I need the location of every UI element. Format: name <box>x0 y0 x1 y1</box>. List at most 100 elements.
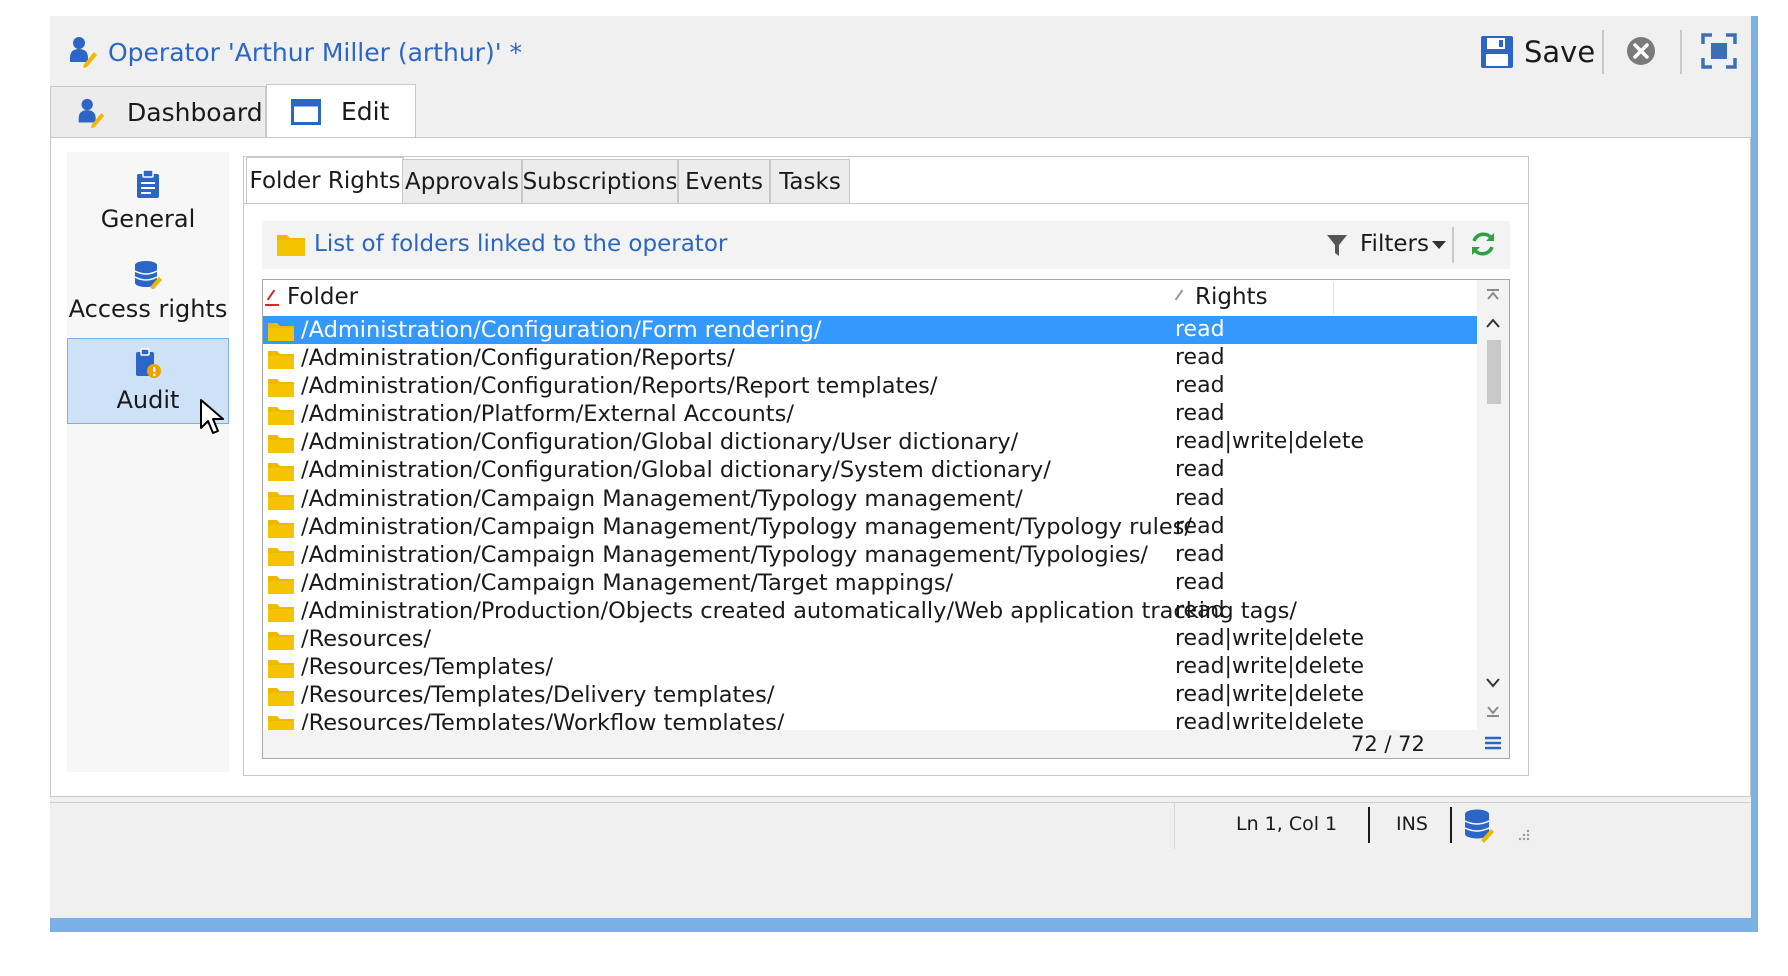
column-header-folder[interactable]: Folder <box>287 284 358 310</box>
toolbar-divider <box>1680 30 1682 74</box>
folder-icon <box>268 491 294 510</box>
folder-rights: read|write|delete <box>1175 429 1364 455</box>
table-footer: 72 / 72 <box>263 730 1477 758</box>
scrollbar-thumb[interactable] <box>1487 340 1501 404</box>
folder-path: /Administration/Platform/External Accoun… <box>301 401 794 428</box>
close-icon[interactable] <box>1624 34 1658 68</box>
chevron-down-icon[interactable] <box>1432 241 1446 249</box>
table-row[interactable]: /Resources/Templates/Workflow templates/… <box>263 709 1477 730</box>
folder-rights: read <box>1175 485 1225 511</box>
operator-window: Operator 'Arthur Miller (arthur)' * Save <box>50 16 1758 932</box>
folder-path: /Resources/ <box>301 626 432 653</box>
tab-subscriptions[interactable]: Subscriptions <box>522 159 678 203</box>
folder-path: /Administration/Campaign Management/Typo… <box>301 485 1023 512</box>
table-row[interactable]: /Resources/read|write|delete <box>263 625 1477 653</box>
table-row[interactable]: /Administration/Campaign Management/Typo… <box>263 541 1477 569</box>
scroll-down-icon[interactable] <box>1481 672 1505 694</box>
folder-icon <box>268 435 294 454</box>
folder-rights: read|write|delete <box>1175 626 1364 652</box>
folder-rights: read|write|delete <box>1175 654 1364 680</box>
table-row[interactable]: /Administration/Production/Objects creat… <box>263 597 1477 625</box>
mouse-cursor-icon <box>200 399 224 434</box>
edit-content: General Access rights Audit Folder Right… <box>50 137 1751 797</box>
nav-access-rights[interactable]: Access rights <box>67 248 229 334</box>
table-row[interactable]: /Administration/Configuration/Reports/re… <box>263 344 1477 372</box>
table-header: Folder Rights <box>263 280 1477 316</box>
folder-path: /Resources/Templates/Workflow templates/ <box>301 710 785 730</box>
folder-path: /Administration/Configuration/Global dic… <box>301 429 1019 456</box>
status-divider <box>1450 807 1452 843</box>
folder-path: /Administration/Campaign Management/Typo… <box>301 513 1192 540</box>
folder-path: /Administration/Configuration/Global dic… <box>301 457 1051 484</box>
folder-rights: read <box>1175 597 1225 623</box>
tab-edit-label: Edit <box>341 97 390 126</box>
folder-icon <box>268 519 294 538</box>
table-row[interactable]: /Administration/Configuration/Global dic… <box>263 456 1477 484</box>
table-row[interactable]: /Administration/Configuration/Global dic… <box>263 428 1477 456</box>
tab-events[interactable]: Events <box>678 159 770 203</box>
table-row[interactable]: /Resources/Templates/Delivery templates/… <box>263 681 1477 709</box>
column-divider <box>1333 282 1334 314</box>
table-row[interactable]: /Administration/Campaign Management/Typo… <box>263 485 1477 513</box>
folder-path: /Resources/Templates/Delivery templates/ <box>301 682 775 709</box>
column-header-rights[interactable]: Rights <box>1195 284 1268 310</box>
audit-icon <box>136 348 161 378</box>
scroll-top-icon[interactable] <box>1481 284 1505 306</box>
filter-icon[interactable] <box>1326 233 1348 257</box>
table-row[interactable]: /Administration/Configuration/Form rende… <box>263 316 1477 345</box>
clipboard-icon <box>137 169 159 198</box>
nav-access-rights-label: Access rights <box>68 295 228 323</box>
resize-grip-icon[interactable] <box>1516 827 1530 841</box>
folder-path: /Administration/Configuration/Reports/ <box>301 345 735 372</box>
tab-dashboard[interactable]: Dashboard <box>50 86 266 138</box>
folder-path: /Administration/Production/Objects creat… <box>301 597 1297 624</box>
tab-approvals[interactable]: Approvals <box>402 159 522 203</box>
tab-folder-rights[interactable]: Folder Rights <box>246 157 404 203</box>
list-menu-icon[interactable] <box>1481 732 1505 754</box>
scroll-bottom-icon[interactable] <box>1481 700 1505 722</box>
folder-icon <box>268 407 294 426</box>
status-divider <box>1368 807 1370 843</box>
folder-icon <box>268 603 294 622</box>
list-toolbar: List of folders linked to the operator F… <box>262 221 1510 269</box>
folder-icon <box>268 463 294 482</box>
folder-icon <box>268 660 294 679</box>
refresh-icon[interactable] <box>1468 229 1498 259</box>
folder-rights: read <box>1175 569 1225 595</box>
tab-tasks[interactable]: Tasks <box>770 159 850 203</box>
folder-path: /Administration/Campaign Management/Targ… <box>301 569 954 596</box>
folder-rights: read <box>1175 373 1225 399</box>
nav-general[interactable]: General <box>67 158 229 244</box>
table-row[interactable]: /Administration/Configuration/Reports/Re… <box>263 372 1477 400</box>
folder-rights: read <box>1175 541 1225 567</box>
folder-icon <box>268 547 294 566</box>
folder-path: /Resources/Templates/ <box>301 654 554 681</box>
table-row[interactable]: /Administration/Campaign Management/Targ… <box>263 569 1477 597</box>
title-bar: Operator 'Arthur Miller (arthur)' * Save <box>50 20 1751 80</box>
folder-rights: read <box>1175 457 1225 483</box>
cursor-position: Ln 1, Col 1 <box>1236 813 1338 835</box>
folder-icon <box>268 379 294 398</box>
operator-icon <box>70 37 97 68</box>
vertical-scrollbar[interactable] <box>1477 280 1509 758</box>
tab-edit[interactable]: Edit <box>266 84 416 138</box>
folder-path: /Administration/Configuration/Reports/Re… <box>301 373 938 400</box>
table-row[interactable]: /Resources/Templates/read|write|delete <box>263 653 1477 681</box>
folder-path: /Administration/Campaign Management/Typo… <box>301 541 1149 568</box>
record-count: 72 / 72 <box>1351 732 1425 756</box>
table-row[interactable]: /Administration/Platform/External Accoun… <box>263 400 1477 428</box>
window-title: Operator 'Arthur Miller (arthur)' * <box>108 38 523 67</box>
maximize-icon[interactable] <box>1700 32 1738 70</box>
database-icon[interactable] <box>1462 807 1496 843</box>
folder-icon <box>268 688 294 707</box>
folder-rights: read <box>1175 345 1225 371</box>
table-row[interactable]: /Administration/Campaign Management/Typo… <box>263 513 1477 541</box>
filters-button[interactable]: Filters <box>1360 231 1429 257</box>
folder-rights-table: Folder Rights /Administration/Configurat… <box>262 279 1510 759</box>
status-divider <box>1174 803 1175 849</box>
scroll-up-icon[interactable] <box>1481 312 1505 334</box>
tab-divider <box>244 203 1528 204</box>
folder-rights: read <box>1175 317 1225 342</box>
status-bar: Ln 1, Col 1 INS <box>50 802 1751 849</box>
folder-icon <box>268 632 294 651</box>
